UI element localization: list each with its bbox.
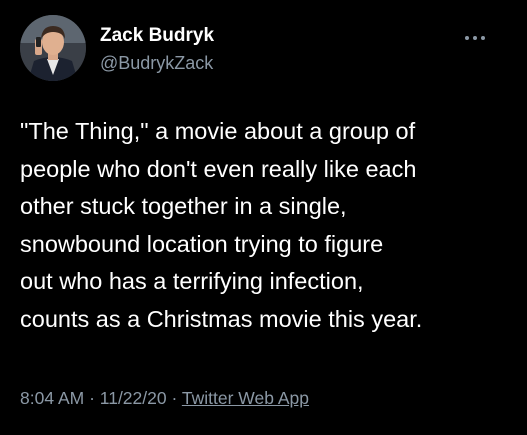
author-handle[interactable]: @BudrykZack [100,53,213,74]
tweet-card: Zack Budryk @BudrykZack "The Thing," a m… [0,0,527,435]
tweet-text-line: "The Thing," a movie about a group of [20,118,416,144]
more-horizontal-icon[interactable] [462,30,488,40]
tweet-text: "The Thing," a movie about a group of pe… [20,113,510,339]
tweet-text-line: people who don't even really like each [20,155,417,182]
meta-separator: · [84,388,100,408]
tweet-meta: 8:04 AM · 11/22/20 · Twitter Web App [20,388,309,409]
tweet-text-line: snowbound location trying to figure [20,230,384,257]
meta-separator: · [166,388,182,408]
profile-photo-icon [20,15,86,81]
tweet-text-line: out who has a terrifying infection, [20,268,364,295]
tweet-text-line: counts as a Christmas movie this year. [20,305,423,332]
author-name[interactable]: Zack Budryk [100,25,214,47]
tweet-source-link[interactable]: Twitter Web App [182,388,309,408]
tweet-date[interactable]: 11/22/20 [100,388,167,408]
tweet-text-line: other stuck together in a single, [20,193,347,220]
tweet-time[interactable]: 8:04 AM [20,388,84,408]
avatar[interactable] [20,15,86,81]
